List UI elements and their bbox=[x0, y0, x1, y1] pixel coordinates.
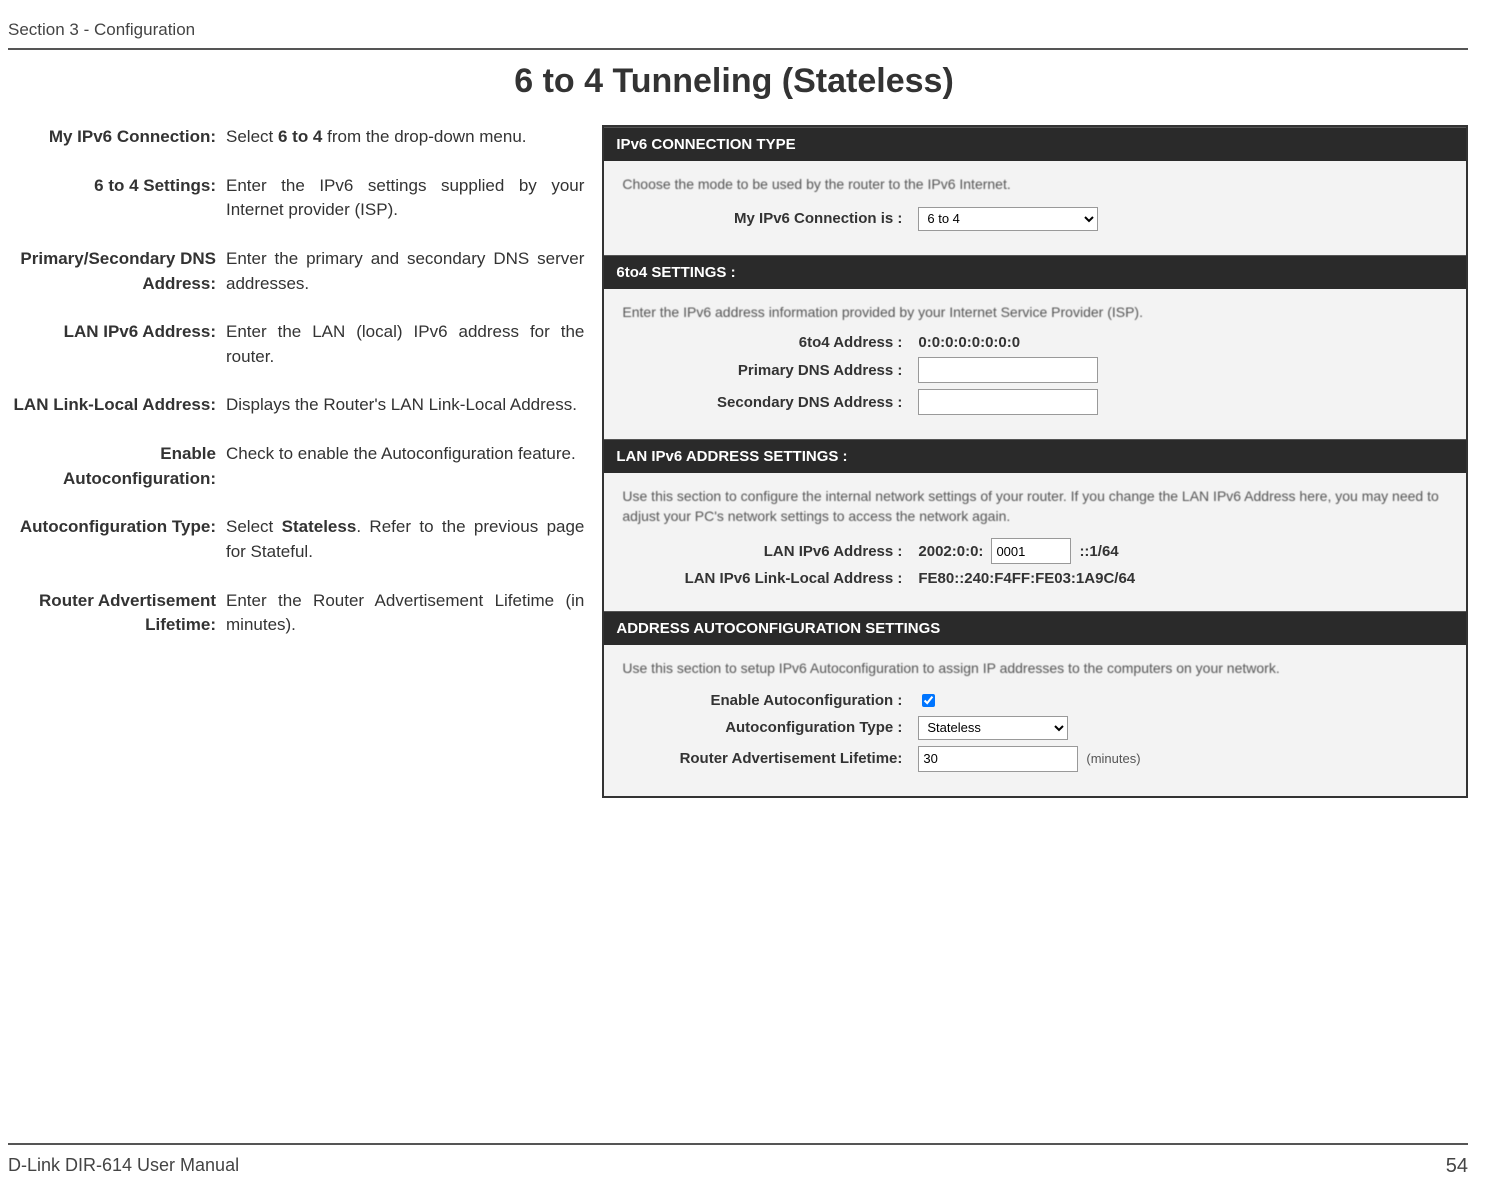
router-screenshot: IPv6 CONNECTION TYPE Choose the mode to … bbox=[602, 125, 1468, 798]
definition-value: Enter the Router Advertisement Lifetime … bbox=[226, 589, 584, 638]
definition-value: Enter the IPv6 settings supplied by your… bbox=[226, 174, 584, 223]
select-ipv6-connection[interactable]: 6 to 4 bbox=[918, 207, 1098, 231]
footer-product: D-Link DIR-614 User Manual bbox=[8, 1155, 239, 1178]
definition-label: LAN IPv6 Address: bbox=[8, 320, 226, 369]
definition-row: Router Advertisement Lifetime:Enter the … bbox=[8, 589, 584, 638]
definition-row: 6 to 4 Settings:Enter the IPv6 settings … bbox=[8, 174, 584, 223]
label-secondary-dns: Secondary DNS Address : bbox=[622, 394, 918, 411]
input-router-adv-lifetime[interactable] bbox=[918, 746, 1078, 772]
input-lan-ipv6[interactable] bbox=[991, 538, 1071, 564]
label-link-local: LAN IPv6 Link-Local Address : bbox=[622, 570, 918, 587]
definition-label: Enable Autoconfiguration: bbox=[8, 442, 226, 491]
page-footer: D-Link DIR-614 User Manual 54 bbox=[8, 1143, 1468, 1178]
panel-title-6to4: 6to4 SETTINGS : bbox=[604, 255, 1466, 289]
label-enable-autoconf: Enable Autoconfiguration : bbox=[622, 692, 918, 709]
definitions-list: My IPv6 Connection:Select 6 to 4 from th… bbox=[8, 125, 602, 662]
lan-suffix: ::1/64 bbox=[1079, 543, 1118, 560]
label-lan-ipv6: LAN IPv6 Address : bbox=[622, 543, 918, 560]
select-autoconf-type[interactable]: Stateless bbox=[918, 716, 1068, 740]
definition-label: Router Advertisement Lifetime: bbox=[8, 589, 226, 638]
value-link-local: FE80::240:F4FF:FE03:1A9C/64 bbox=[918, 570, 1135, 587]
page-title: 6 to 4 Tunneling (Stateless) bbox=[0, 62, 1468, 101]
section-header: Section 3 - Configuration bbox=[8, 20, 1468, 50]
label-6to4-address: 6to4 Address : bbox=[622, 334, 918, 351]
label-router-adv-lifetime: Router Advertisement Lifetime: bbox=[622, 750, 918, 767]
panel-title-autoconf: ADDRESS AUTOCONFIGURATION SETTINGS bbox=[604, 611, 1466, 645]
definition-value: Check to enable the Autoconfiguration fe… bbox=[226, 442, 584, 491]
panel-desc: Use this section to configure the intern… bbox=[622, 487, 1448, 526]
panel-desc: Choose the mode to be used by the router… bbox=[622, 175, 1448, 195]
definition-value: Enter the LAN (local) IPv6 address for t… bbox=[226, 320, 584, 369]
definition-row: Autoconfiguration Type:Select Stateless.… bbox=[8, 515, 584, 564]
label-autoconf-type: Autoconfiguration Type : bbox=[622, 719, 918, 736]
definition-label: LAN Link-Local Address: bbox=[8, 393, 226, 418]
definition-row: Enable Autoconfiguration:Check to enable… bbox=[8, 442, 584, 491]
input-secondary-dns[interactable] bbox=[918, 389, 1098, 415]
definition-row: LAN Link-Local Address:Displays the Rout… bbox=[8, 393, 584, 418]
value-6to4-address: 0:0:0:0:0:0:0:0 bbox=[918, 334, 1020, 351]
definition-value: Enter the primary and secondary DNS serv… bbox=[226, 247, 584, 296]
definition-row: My IPv6 Connection:Select 6 to 4 from th… bbox=[8, 125, 584, 150]
panel-title-conn-type: IPv6 CONNECTION TYPE bbox=[604, 127, 1466, 161]
definition-value: Select Stateless. Refer to the previous … bbox=[226, 515, 584, 564]
label-my-ipv6-conn: My IPv6 Connection is : bbox=[622, 210, 918, 227]
panel-desc: Enter the IPv6 address information provi… bbox=[622, 303, 1448, 323]
definition-row: LAN IPv6 Address:Enter the LAN (local) I… bbox=[8, 320, 584, 369]
definition-label: My IPv6 Connection: bbox=[8, 125, 226, 150]
definition-label: Primary/Secondary DNS Address: bbox=[8, 247, 226, 296]
input-primary-dns[interactable] bbox=[918, 357, 1098, 383]
label-primary-dns: Primary DNS Address : bbox=[622, 362, 918, 379]
footer-page-number: 54 bbox=[1446, 1155, 1468, 1178]
definition-row: Primary/Secondary DNS Address:Enter the … bbox=[8, 247, 584, 296]
panel-desc: Use this section to setup IPv6 Autoconfi… bbox=[622, 659, 1448, 679]
definition-value: Select 6 to 4 from the drop-down menu. bbox=[226, 125, 584, 150]
panel-title-lan: LAN IPv6 ADDRESS SETTINGS : bbox=[604, 439, 1466, 473]
definition-label: Autoconfiguration Type: bbox=[8, 515, 226, 564]
definition-label: 6 to 4 Settings: bbox=[8, 174, 226, 223]
unit-minutes: (minutes) bbox=[1086, 751, 1140, 766]
checkbox-enable-autoconf[interactable] bbox=[922, 694, 935, 707]
definition-value: Displays the Router's LAN Link-Local Add… bbox=[226, 393, 584, 418]
lan-prefix: 2002:0:0: bbox=[918, 543, 983, 560]
